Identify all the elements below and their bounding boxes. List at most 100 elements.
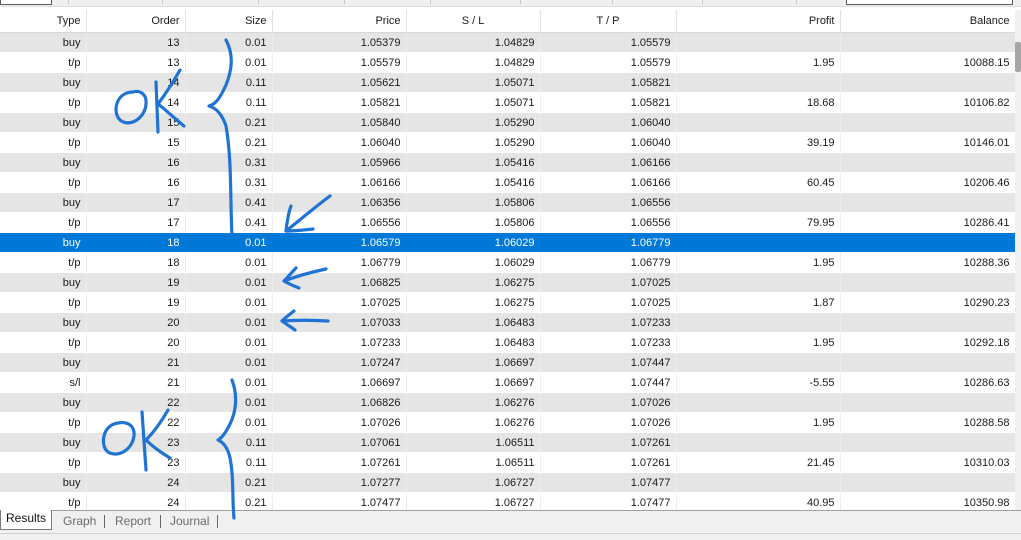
cell-balance: 10106.82 [840, 92, 1016, 113]
cell-price: 1.05821 [272, 92, 407, 113]
table-row[interactable]: t/p 17 0.41 1.06556 1.05806 1.06556 79.95 10286… [0, 212, 1016, 233]
table-row[interactable]: buy 14 0.11 1.05621 1.05071 1.05821 [0, 72, 1016, 93]
table-row[interactable]: t/p 20 0.01 1.07233 1.06483 1.07233 1.95 10292.… [0, 332, 1016, 353]
cell-tp: 1.07447 [540, 372, 677, 393]
cell-sl: 1.06727 [406, 472, 541, 493]
cell-sl: 1.05071 [406, 92, 541, 113]
tab-journal[interactable]: Journal [169, 513, 210, 531]
cell-sl: 1.05071 [406, 72, 541, 93]
cell-order: 13 [86, 52, 186, 73]
toolbar-control-left[interactable] [0, 0, 52, 5]
column-header-order[interactable]: Order [86, 10, 186, 33]
cell-balance: 10146.01 [840, 132, 1016, 153]
table-row[interactable]: t/p 15 0.21 1.06040 1.05290 1.06040 39.19 10146… [0, 132, 1016, 153]
scrollbar-thumb[interactable] [1015, 42, 1021, 72]
column-header-sl[interactable]: S / L [406, 10, 541, 33]
cell-price: 1.06556 [272, 212, 407, 233]
cell-tp: 1.06166 [540, 172, 677, 193]
column-header-tp[interactable]: T / P [540, 10, 677, 33]
table-row[interactable]: buy 21 0.01 1.07247 1.06697 1.07447 [0, 352, 1016, 373]
column-header-balance[interactable]: Balance [840, 10, 1016, 33]
column-header-price[interactable]: Price [272, 10, 407, 33]
tab-report[interactable]: Report [114, 513, 152, 531]
cell-sl: 1.06483 [406, 332, 541, 353]
cell-order: 13 [86, 32, 186, 53]
cell-order: 17 [86, 192, 186, 213]
cell-price: 1.07277 [272, 472, 407, 493]
cell-balance: 10286.63 [840, 372, 1016, 393]
table-row-selected[interactable]: buy 18 0.01 1.06579 1.06029 1.06779 [0, 232, 1016, 253]
cell-price: 1.06697 [272, 372, 407, 393]
toolbar-control-right[interactable] [846, 0, 1013, 5]
cell-tp: 1.07025 [540, 272, 677, 293]
cell-sl: 1.06276 [406, 412, 541, 433]
cell-balance [840, 432, 1016, 453]
cell-sl: 1.04829 [406, 52, 541, 73]
cell-profit: 60.45 [676, 172, 841, 193]
cell-tp: 1.05821 [540, 72, 677, 93]
column-header-type[interactable]: Type [0, 10, 87, 33]
cell-tp: 1.07447 [540, 352, 677, 373]
column-header-profit[interactable]: Profit [676, 10, 841, 33]
table-header-row: Type Order Size Price S / LT / P Profit Balanc… [0, 10, 1016, 33]
table-row[interactable]: t/p 13 0.01 1.05579 1.04829 1.05579 1.95 10088.… [0, 52, 1016, 73]
table-row[interactable]: s/l 21 0.01 1.06697 1.06697 1.07447 -5.55 10286… [0, 372, 1016, 393]
cell-type: buy [0, 312, 87, 333]
table-row[interactable]: t/p 14 0.11 1.05821 1.05071 1.05821 18.68 10106… [0, 92, 1016, 113]
cell-tp: 1.05579 [540, 52, 677, 73]
cell-balance [840, 112, 1016, 133]
cell-profit [676, 112, 841, 133]
cell-type: t/p [0, 452, 87, 473]
cell-sl: 1.06697 [406, 352, 541, 373]
cell-profit [676, 152, 841, 173]
table-row[interactable]: t/p 19 0.01 1.07025 1.06275 1.07025 1.87 10290.… [0, 292, 1016, 313]
cell-sl: 1.06275 [406, 272, 541, 293]
cell-type: t/p [0, 92, 87, 113]
cell-tp: 1.06556 [540, 192, 677, 213]
table-row[interactable]: buy 20 0.01 1.07033 1.06483 1.07233 [0, 312, 1016, 333]
table-row[interactable]: t/p 22 0.01 1.07026 1.06276 1.07026 1.95 10288.… [0, 412, 1016, 433]
vertical-scrollbar[interactable] [1015, 10, 1021, 510]
cell-tp: 1.05579 [540, 32, 677, 53]
cell-tp: 1.07261 [540, 432, 677, 453]
table-row[interactable]: buy 23 0.11 1.07061 1.06511 1.07261 [0, 432, 1016, 453]
cell-size: 0.01 [185, 372, 273, 393]
cell-type: buy [0, 72, 87, 93]
cell-sl: 1.05290 [406, 132, 541, 153]
table-row[interactable]: buy 17 0.41 1.06356 1.05806 1.06556 [0, 192, 1016, 213]
cell-sl: 1.06697 [406, 372, 541, 393]
table-row[interactable]: t/p 23 0.11 1.07261 1.06511 1.07261 21.45 10310… [0, 452, 1016, 473]
cell-size: 0.01 [185, 312, 273, 333]
cell-order: 16 [86, 152, 186, 173]
cell-size: 0.11 [185, 92, 273, 113]
table-row[interactable]: buy 24 0.21 1.07277 1.06727 1.07477 [0, 472, 1016, 493]
cell-size: 0.01 [185, 392, 273, 413]
table-row[interactable]: buy 22 0.01 1.06826 1.06276 1.07026 [0, 392, 1016, 413]
cell-price: 1.06779 [272, 252, 407, 273]
cell-balance [840, 352, 1016, 373]
column-header-size[interactable]: Size [185, 10, 273, 33]
table-row[interactable]: buy 15 0.21 1.05840 1.05290 1.06040 [0, 112, 1016, 133]
cell-sl: 1.06029 [406, 232, 541, 253]
table-row[interactable]: buy 19 0.01 1.06825 1.06275 1.07025 [0, 272, 1016, 293]
tab-results[interactable]: Results [0, 510, 53, 530]
cell-type: t/p [0, 252, 87, 273]
tab-separator [160, 515, 161, 528]
cell-type: buy [0, 152, 87, 173]
tab-graph[interactable]: Graph [62, 513, 97, 531]
cell-balance [840, 152, 1016, 173]
cell-order: 16 [86, 172, 186, 193]
table-row[interactable]: buy 13 0.01 1.05379 1.04829 1.05579 [0, 32, 1016, 53]
cell-sl: 1.05416 [406, 172, 541, 193]
table-row[interactable]: t/p 18 0.01 1.06779 1.06029 1.06779 1.95 10288.… [0, 252, 1016, 273]
table-row[interactable]: t/p 16 0.31 1.06166 1.05416 1.06166 60.45 10206… [0, 172, 1016, 193]
cell-sl: 1.06275 [406, 292, 541, 313]
cell-profit [676, 272, 841, 293]
cell-sl: 1.05806 [406, 192, 541, 213]
cell-profit: 39.19 [676, 132, 841, 153]
cell-order: 15 [86, 132, 186, 153]
table-row[interactable]: buy 16 0.31 1.05966 1.05416 1.06166 [0, 152, 1016, 173]
cell-order: 18 [86, 252, 186, 273]
cell-type: buy [0, 192, 87, 213]
cell-type: buy [0, 232, 87, 253]
